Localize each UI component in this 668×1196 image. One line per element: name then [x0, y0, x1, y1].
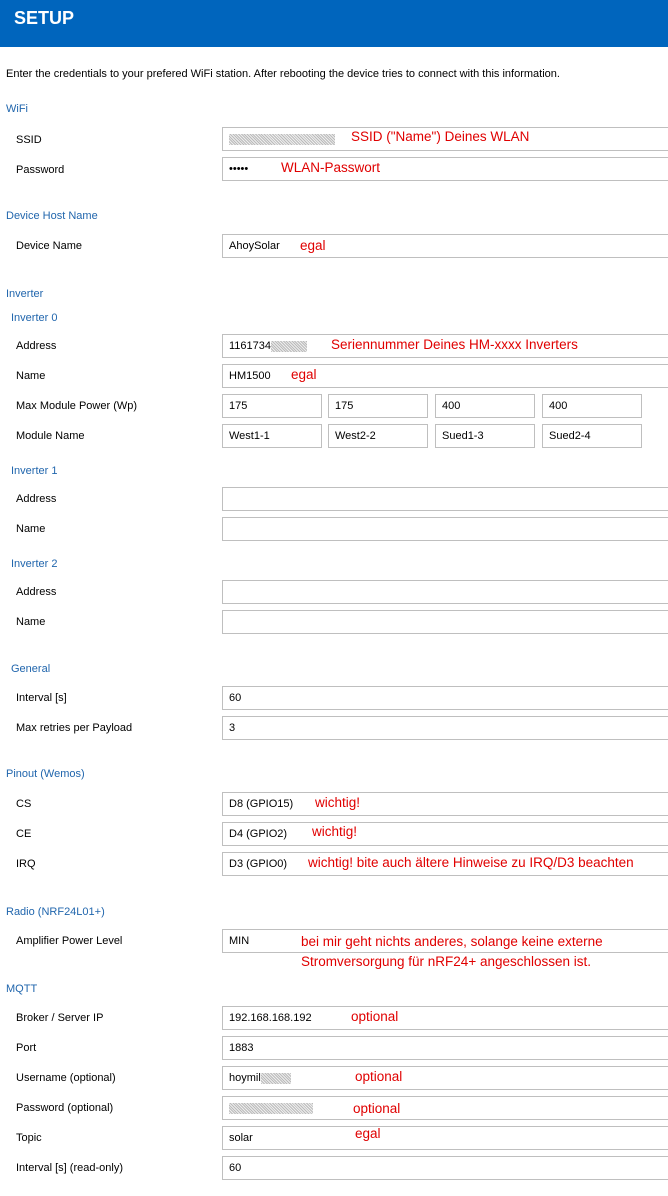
amplifier-annotation-line1: bei mir geht nichts anderes, solange kei… [301, 934, 603, 949]
topic-annotation: egal [355, 1126, 381, 1141]
redacted-ssid [229, 133, 335, 145]
general-heading: General [11, 663, 51, 675]
inverter-2-heading: Inverter 2 [11, 558, 58, 570]
port-label: Port [16, 1042, 37, 1054]
mqtt-password-annotation: optional [353, 1101, 401, 1116]
irq-label: IRQ [16, 858, 36, 870]
ce-annotation: wichtig! [312, 824, 358, 839]
inverter-1-address-label: Address [16, 493, 57, 505]
ssid-annotation: SSID ("Name") Deines WLAN [351, 129, 530, 144]
inverter-2-address-input[interactable] [222, 580, 668, 604]
username-value: hoymil [229, 1072, 261, 1084]
redacted-username [260, 1072, 291, 1084]
module-name-input-3[interactable]: Sued1-3 [435, 424, 535, 448]
section-inverter: Inverter [6, 288, 44, 300]
inverter-0-heading: Inverter 0 [11, 312, 58, 324]
inverter-1-address-input[interactable] [222, 487, 668, 511]
section-device-host-name: Device Host Name [6, 210, 98, 222]
page-header: SETUP [0, 0, 668, 47]
device-name-label: Device Name [16, 240, 83, 252]
section-radio: Radio (NRF24L01+) [6, 906, 105, 918]
module-power-input-1[interactable]: 175 [222, 394, 322, 418]
irq-annotation: wichtig! bite auch ältere Hinweise zu IR… [308, 855, 634, 870]
cs-select[interactable]: D8 (GPIO15) [222, 792, 668, 816]
inverter-1-name-label: Name [16, 523, 46, 535]
cs-annotation: wichtig! [315, 795, 361, 810]
max-retries-input[interactable]: 3 [222, 716, 668, 740]
section-pinout: Pinout (Wemos) [6, 768, 85, 780]
broker-ip-label: Broker / Server IP [16, 1012, 104, 1024]
page-title: SETUP [14, 8, 75, 28]
intro-text: Enter the credentials to your prefered W… [6, 68, 560, 80]
module-power-input-3[interactable]: 400 [435, 394, 535, 418]
inverter-0-address-label: Address [16, 340, 57, 352]
inverter-2-address-label: Address [16, 586, 57, 598]
username-input[interactable]: hoymil [222, 1066, 668, 1090]
module-power-input-2[interactable]: 175 [328, 394, 428, 418]
module-name-input-1[interactable]: West1-1 [222, 424, 322, 448]
inverter-0-name-input[interactable]: HM1500 [222, 364, 668, 388]
module-name-label: Module Name [16, 430, 85, 442]
mqtt-password-label: Password (optional) [16, 1102, 114, 1114]
mqtt-interval-label: Interval [s] (read-only) [16, 1162, 123, 1174]
inverter-2-name-label: Name [16, 616, 46, 628]
max-module-power-label: Max Module Power (Wp) [16, 400, 138, 412]
cs-label: CS [16, 798, 32, 810]
device-name-annotation: egal [300, 238, 326, 253]
inverter-0-address-annotation: Seriennummer Deines HM-xxxx Inverters [331, 337, 578, 352]
max-retries-label: Max retries per Payload [16, 722, 133, 734]
password-annotation: WLAN-Passwort [281, 160, 381, 175]
device-name-input[interactable]: AhoySolar [222, 234, 668, 258]
module-name-input-2[interactable]: West2-2 [328, 424, 428, 448]
inverter-0-name-label: Name [16, 370, 46, 382]
mqtt-interval-input[interactable]: 60 [222, 1156, 668, 1180]
inverter-2-name-input[interactable] [222, 610, 668, 634]
broker-ip-annotation: optional [351, 1009, 399, 1024]
topic-input[interactable]: solar [222, 1126, 668, 1150]
section-wifi: WiFi [6, 103, 28, 115]
username-annotation: optional [355, 1069, 403, 1084]
mqtt-password-input[interactable] [222, 1096, 668, 1120]
broker-ip-input[interactable]: 192.168.168.192 [222, 1006, 668, 1030]
amplifier-power-label: Amplifier Power Level [16, 935, 123, 947]
redacted-mqtt-password [229, 1102, 313, 1114]
password-label: Password [16, 164, 65, 176]
inverter-0-name-annotation: egal [291, 367, 317, 382]
ssid-label: SSID [16, 134, 42, 146]
topic-label: Topic [16, 1132, 42, 1144]
username-label: Username (optional) [16, 1072, 116, 1084]
section-mqtt: MQTT [6, 983, 38, 995]
ce-select[interactable]: D4 (GPIO2) [222, 822, 668, 846]
interval-input[interactable]: 60 [222, 686, 668, 710]
inverter-0-address-value: 1161734 [229, 340, 272, 352]
inverter-1-name-input[interactable] [222, 517, 668, 541]
ce-label: CE [16, 828, 32, 840]
inverter-1-heading: Inverter 1 [11, 465, 58, 477]
redacted-serial [271, 340, 308, 352]
port-input[interactable]: 1883 [222, 1036, 668, 1060]
amplifier-annotation-line2: Stromversorgung für nRF24+ angeschlossen… [301, 954, 592, 969]
module-power-input-4[interactable]: 400 [542, 394, 642, 418]
module-name-input-4[interactable]: Sued2-4 [542, 424, 642, 448]
interval-label: Interval [s] [16, 692, 67, 704]
